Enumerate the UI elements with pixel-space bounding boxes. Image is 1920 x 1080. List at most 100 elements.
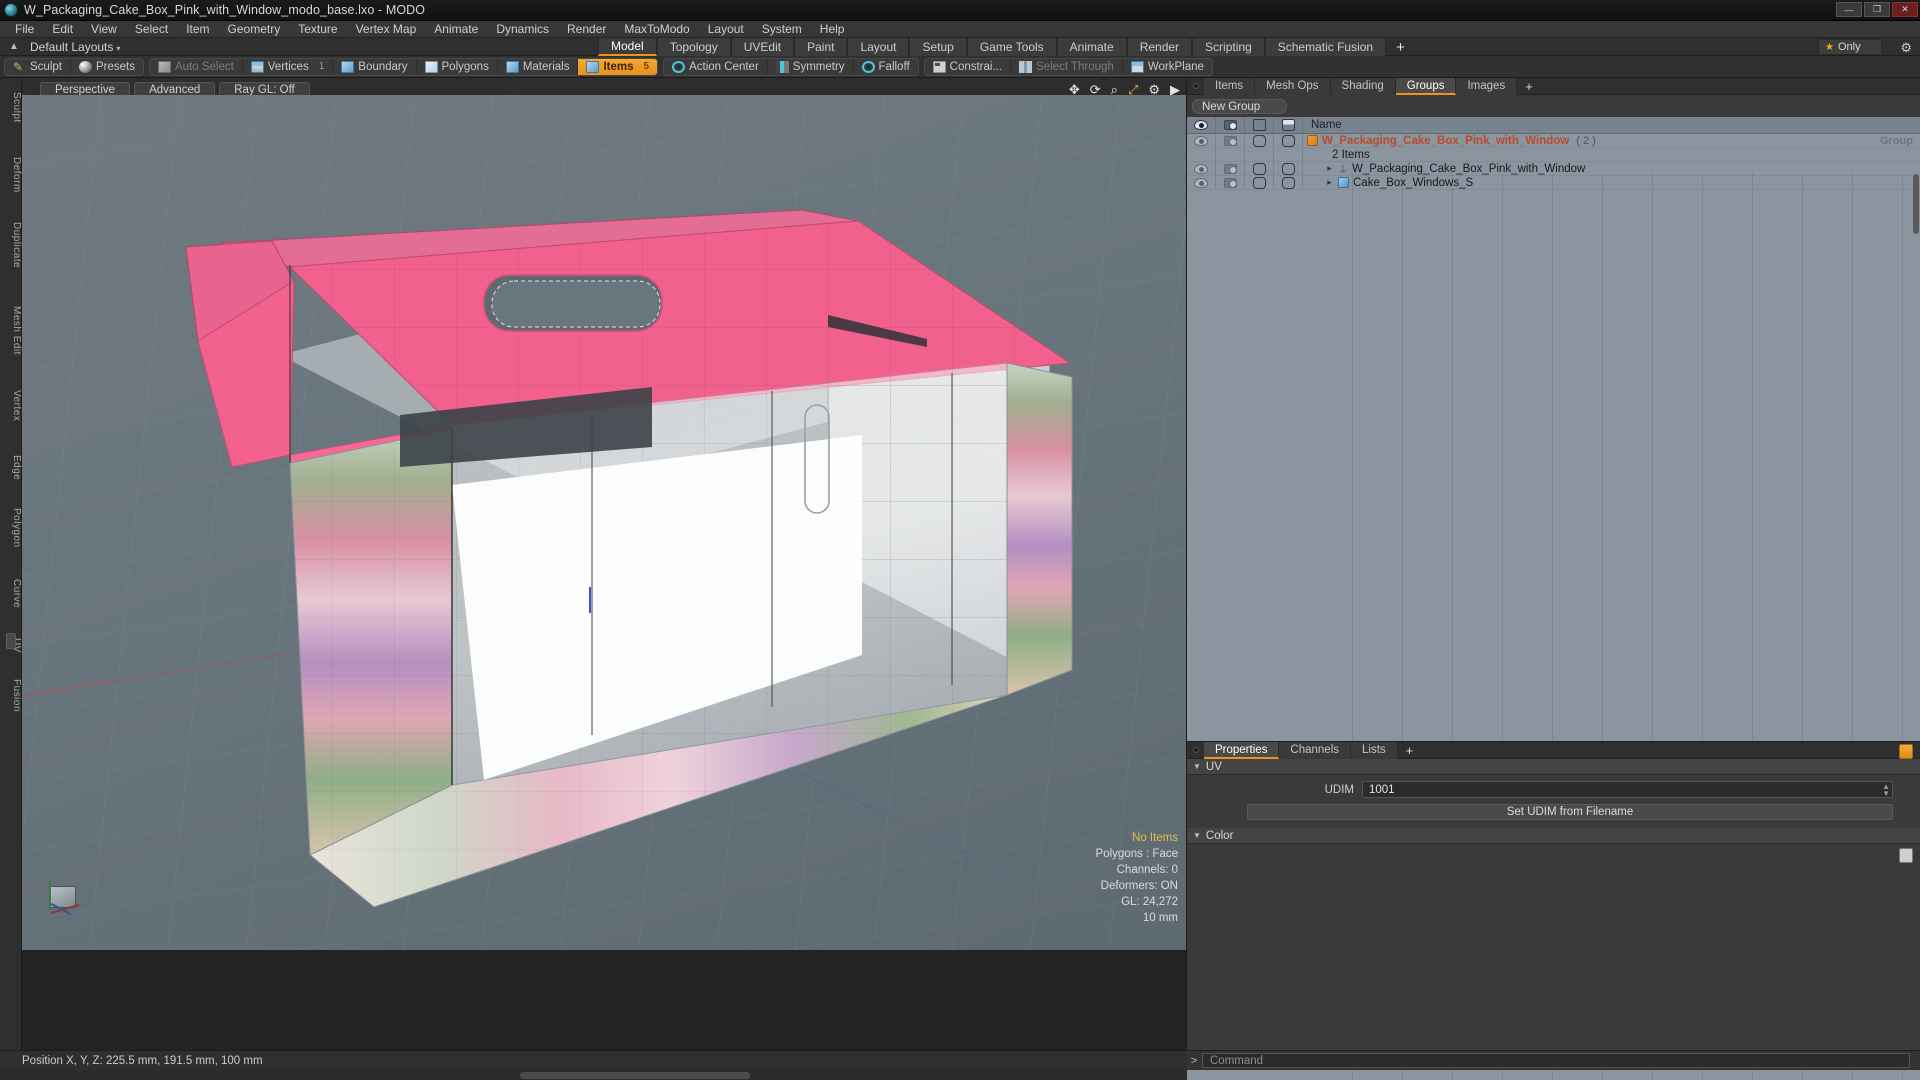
menu-texture[interactable]: Texture [289,21,346,38]
rail-drag-handle[interactable] [6,633,16,649]
section-uv[interactable]: ▼ UV [1187,759,1920,775]
column-render-icon[interactable] [1216,117,1245,133]
row-wireframe-icon[interactable] [1245,162,1274,175]
mode-button-presets[interactable]: Presets [71,59,143,75]
row-render-icon[interactable] [1216,162,1245,175]
layout-tab-model[interactable]: Model [598,38,657,56]
row-wireframe-icon[interactable] [1245,176,1274,189]
mode-button-boundary[interactable]: Boundary [333,58,417,75]
row-visibility-icon[interactable] [1187,134,1216,147]
properties-tab-add[interactable]: + [1398,742,1422,759]
menu-layout[interactable]: Layout [699,21,753,38]
color-swatch[interactable] [1899,848,1913,863]
layout-tab-render[interactable]: Render [1126,38,1193,56]
layout-tab-topology[interactable]: Topology [656,38,731,56]
right-panel-scrollbar[interactable] [1913,174,1919,234]
orientation-gizmo[interactable] [38,874,96,932]
cake-box-model[interactable] [22,95,1186,950]
mode-button-falloff[interactable]: Falloff [854,59,918,75]
gear-icon[interactable]: ⚙ [1900,40,1912,56]
menu-system[interactable]: System [753,21,811,38]
column-shading-icon[interactable] [1274,117,1303,133]
close-button[interactable]: ✕ [1892,2,1918,17]
udim-input[interactable]: 1001 ▲ ▼ [1362,781,1893,798]
section-color[interactable]: ▼ Color [1187,828,1920,844]
properties-tab-lists[interactable]: Lists [1351,741,1398,759]
layout-tab-uvedit[interactable]: UVEdit [730,38,795,56]
right-panel-tab-items[interactable]: Items [1204,77,1256,95]
row-render-icon[interactable] [1216,134,1245,147]
right-panel-tab-mesh-ops[interactable]: Mesh Ops [1255,77,1331,95]
layout-tab-setup[interactable]: Setup [909,38,967,56]
layout-tab-paint[interactable]: Paint [794,38,848,56]
stepper-icon[interactable]: ▲ ▼ [1882,783,1890,798]
set-udim-from-filename-button[interactable]: Set UDIM from Filename [1247,804,1893,820]
menu-help[interactable]: Help [811,21,854,38]
mode-button-materials[interactable]: Materials [498,58,579,75]
row-visibility-icon[interactable] [1187,176,1216,189]
menu-file[interactable]: File [6,21,43,38]
command-input[interactable]: Command [1202,1053,1910,1068]
mode-button-polygons[interactable]: Polygons [417,58,498,75]
layout-tab-game-tools[interactable]: Game Tools [966,38,1057,56]
properties-tab-properties[interactable]: Properties [1204,741,1280,759]
rail-item-curve[interactable]: Curve [0,579,22,608]
menu-dynamics[interactable]: Dynamics [487,21,558,38]
layout-tab-scripting[interactable]: Scripting [1192,38,1265,56]
rail-item-sculpt[interactable]: Sculpt [0,92,22,123]
rail-item-polygon[interactable]: Polygon [0,508,22,548]
mode-button-symmetry[interactable]: Symmetry [768,58,854,75]
minimize-button[interactable]: — [1836,2,1862,17]
layout-tab-animate[interactable]: Animate [1056,38,1127,56]
item-row[interactable]: W_Packaging_Cake_Box_Pink_with_Window ( 2… [1187,134,1920,148]
right-panel-tab-images[interactable]: Images [1456,77,1518,95]
row-shading-icon[interactable] [1274,134,1303,147]
mode-button-workplane[interactable]: WorkPlane [1123,59,1212,75]
new-group-button[interactable]: New Group [1192,99,1287,114]
rail-item-edge[interactable]: Edge [0,455,22,480]
right-panel-tab-groups[interactable]: Groups [1395,77,1457,95]
mode-button-vertices[interactable]: Vertices 1 [243,58,334,75]
horizontal-scrollbar[interactable] [520,1072,750,1079]
row-wireframe-icon[interactable] [1245,134,1274,147]
row-shading-icon[interactable] [1274,176,1303,189]
layout-tab-schematic-fusion[interactable]: Schematic Fusion [1264,38,1387,56]
properties-tab-channels[interactable]: Channels [1279,741,1352,759]
panel-menu-icon[interactable] [1193,83,1199,89]
mode-button-action-center[interactable]: Action Center [664,58,768,75]
menu-render[interactable]: Render [558,21,615,38]
right-panel-tab-add[interactable]: + [1517,78,1541,95]
viewport-3d[interactable]: No Items Polygons : Face Channels: 0 Def… [22,95,1186,950]
row-shading-icon[interactable] [1274,162,1303,175]
menu-edit[interactable]: Edit [43,21,82,38]
mode-button-constrai[interactable]: Constrai... [925,58,1012,75]
mode-button-items[interactable]: Items 5 [578,58,658,75]
menu-animate[interactable]: Animate [425,21,487,38]
column-wireframe-icon[interactable] [1245,117,1274,133]
mode-button-auto-select[interactable]: Auto Select [150,58,243,75]
mode-button-select-through[interactable]: Select Through [1011,58,1123,75]
menu-select[interactable]: Select [126,21,177,38]
menu-maxtomodo[interactable]: MaxToModo [615,21,698,38]
item-row[interactable]: 2 Items [1187,148,1920,162]
udim-color-swatch[interactable] [1899,744,1913,759]
row-render-icon[interactable] [1216,176,1245,189]
rail-item-vertex[interactable]: Vertex [0,390,22,421]
column-visibility-icon[interactable] [1187,117,1216,133]
default-layouts-dropdown[interactable]: Default Layouts ▾ [30,40,120,54]
add-layout-tab-button[interactable]: + [1386,38,1415,56]
only-toggle[interactable]: ★ Only [1818,39,1882,55]
menu-geometry[interactable]: Geometry [219,21,290,38]
row-visibility-icon[interactable] [1187,162,1216,175]
layout-tab-layout[interactable]: Layout [847,38,910,56]
rail-item-mesh-edit[interactable]: Mesh Edit [0,306,22,355]
home-icon[interactable]: ▲ [6,41,22,52]
mode-button-sculpt[interactable]: ✎ Sculpt [5,58,71,75]
menu-vertex-map[interactable]: Vertex Map [347,21,426,38]
properties-menu-icon[interactable] [1193,747,1199,753]
rail-item-fusion[interactable]: Fusion [0,679,22,712]
rail-item-deform[interactable]: Deform [0,157,22,193]
menu-view[interactable]: View [82,21,126,38]
menu-item[interactable]: Item [177,21,218,38]
right-panel-tab-shading[interactable]: Shading [1330,77,1396,95]
